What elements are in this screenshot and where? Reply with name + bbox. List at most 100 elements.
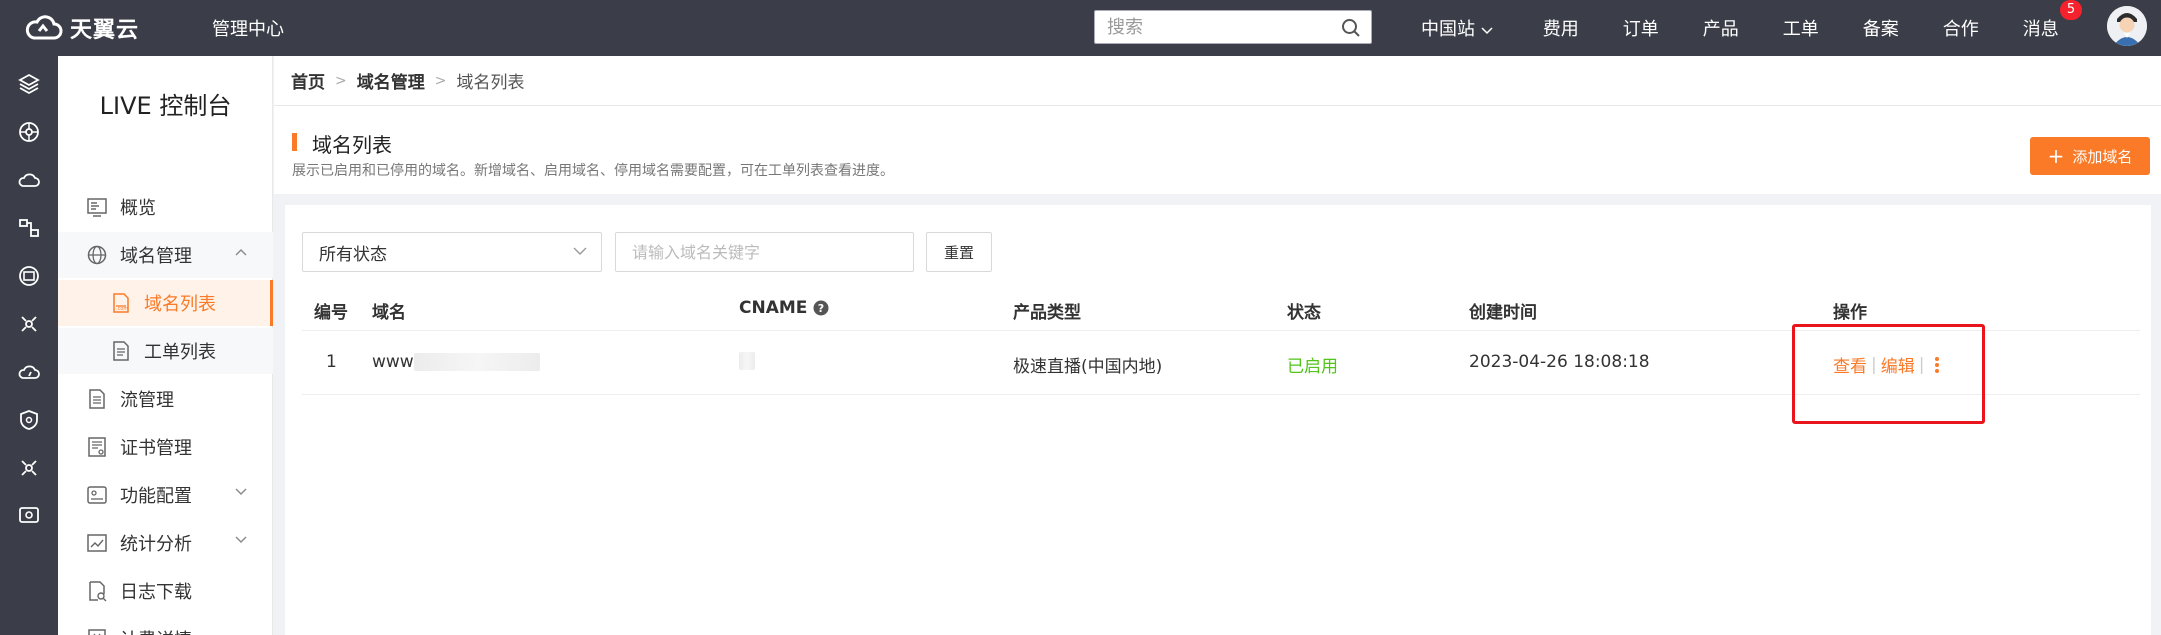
breadcrumb: 首页 > 域名管理 > 域名列表 bbox=[274, 56, 2161, 106]
sidebar-item-domain-list[interactable]: .com 域名列表 bbox=[58, 280, 273, 326]
line-chart-icon bbox=[87, 534, 107, 552]
column-header-created-time: 创建时间 bbox=[1469, 303, 1537, 323]
chevron-down-icon bbox=[235, 488, 247, 495]
sidebar-item-label: 流管理 bbox=[120, 390, 174, 411]
redacted-domain bbox=[413, 353, 540, 371]
sidebar-item-label: 证书管理 bbox=[120, 438, 192, 459]
breadcrumb-domain-management[interactable]: 域名管理 bbox=[357, 68, 425, 93]
column-header-no: 编号 bbox=[314, 303, 348, 323]
globe-icon bbox=[87, 245, 107, 265]
sidebar-item-domain-management[interactable]: 域名管理 bbox=[58, 232, 273, 278]
cell-status-badge: 已启用 bbox=[1287, 357, 1338, 377]
sidebar-item-label: 统计分析 bbox=[120, 534, 192, 555]
message-count-badge: 5 bbox=[2060, 0, 2082, 20]
column-header-actions: 操作 bbox=[1833, 303, 1867, 323]
column-header-cname-label: CNAME bbox=[739, 298, 808, 318]
console-sidebar: LIVE 控制台 概览 域名管理 .com 域名列表 工单列表 流管理 证书管理… bbox=[58, 56, 273, 635]
svg-text:?: ? bbox=[818, 302, 824, 315]
page-description: 展示已启用和已停用的域名。新增域名、启用域名、停用域名需要配置，可在工单列表查看… bbox=[292, 163, 894, 179]
domain-file-icon: .com bbox=[113, 293, 129, 313]
log-search-icon bbox=[89, 581, 107, 602]
hub-icon[interactable] bbox=[17, 312, 41, 336]
nav-icp-filing[interactable]: 备案 bbox=[1863, 15, 1899, 41]
settings-panel-icon bbox=[87, 486, 107, 504]
product-icon-rail bbox=[0, 56, 58, 635]
sidebar-item-ticket-list[interactable]: 工单列表 bbox=[58, 328, 273, 374]
sidebar-item-label: 日志下载 bbox=[120, 582, 192, 603]
globe-icon[interactable] bbox=[17, 120, 41, 144]
nav-products[interactable]: 产品 bbox=[1703, 15, 1739, 41]
search-icon[interactable] bbox=[1341, 18, 1361, 38]
cloud-icon[interactable] bbox=[17, 168, 41, 192]
sidebar-item-certificate-management[interactable]: 证书管理 bbox=[58, 424, 273, 470]
sidebar-item-label: 域名管理 bbox=[120, 246, 192, 267]
console-title: LIVE 控制台 bbox=[99, 92, 232, 120]
region-label: 中国站 bbox=[1421, 19, 1475, 40]
chevron-down-icon bbox=[1481, 27, 1493, 35]
status-filter-value: 所有状态 bbox=[319, 244, 387, 265]
column-header-product-type: 产品类型 bbox=[1013, 303, 1081, 323]
user-avatar[interactable] bbox=[2107, 6, 2147, 46]
domain-prefix: www bbox=[372, 352, 414, 372]
cell-cname bbox=[739, 352, 755, 370]
document-icon bbox=[113, 341, 129, 361]
sidebar-item-label: 概览 bbox=[120, 198, 156, 219]
database-icon[interactable] bbox=[17, 264, 41, 288]
sidebar-item-label: 计费详情 bbox=[120, 626, 192, 635]
nav-partners[interactable]: 合作 bbox=[1943, 15, 1979, 41]
management-center-link[interactable]: 管理中心 bbox=[212, 15, 284, 41]
reset-button[interactable]: 重置 bbox=[926, 232, 992, 272]
add-domain-button[interactable]: + 添加域名 bbox=[2030, 137, 2150, 175]
cell-no: 1 bbox=[326, 352, 337, 372]
top-navbar: 天翼云 管理中心 中国站 费用 订单 产品 工单 备案 合作 消息 5 bbox=[0, 0, 2161, 56]
chevron-down-icon bbox=[235, 536, 247, 543]
cloud-logo-icon bbox=[25, 15, 63, 40]
monitor-icon[interactable] bbox=[17, 504, 41, 528]
cloud-gauge-icon[interactable] bbox=[17, 360, 41, 384]
nav-orders[interactable]: 订单 bbox=[1623, 15, 1659, 41]
breadcrumb-domain-list: 域名列表 bbox=[456, 73, 525, 93]
sidebar-item-feature-config[interactable]: 功能配置 bbox=[58, 472, 273, 518]
sidebar-item-log-download[interactable]: 日志下载 bbox=[58, 568, 273, 614]
dashboard-icon bbox=[87, 198, 107, 217]
cell-domain: www bbox=[372, 352, 540, 372]
svg-text:.com: .com bbox=[116, 306, 128, 312]
help-circle-icon[interactable]: ? bbox=[813, 300, 829, 316]
page-header: 域名列表 展示已启用和已停用的域名。新增域名、启用域名、停用域名需要配置，可在工… bbox=[274, 106, 2161, 194]
brand-name: 天翼云 bbox=[70, 18, 140, 43]
cell-created-time: 2023-04-26 18:08:18 bbox=[1469, 352, 1650, 372]
chevron-up-icon bbox=[235, 249, 247, 256]
nav-tickets[interactable]: 工单 bbox=[1783, 15, 1819, 41]
column-header-cname: CNAME ? bbox=[739, 298, 829, 318]
shield-icon[interactable] bbox=[17, 408, 41, 432]
column-header-status: 状态 bbox=[1287, 303, 1321, 323]
sidebar-item-billing-details[interactable]: 计费详情 bbox=[58, 616, 273, 635]
title-accent-bar bbox=[292, 133, 297, 151]
column-header-domain: 域名 bbox=[372, 303, 406, 323]
global-search bbox=[1094, 10, 1372, 44]
sidebar-item-overview[interactable]: 概览 bbox=[58, 184, 273, 230]
sidebar-item-label: 域名列表 bbox=[144, 294, 216, 315]
sidebar-item-statistics[interactable]: 统计分析 bbox=[58, 520, 273, 566]
breadcrumb-separator-icon: > bbox=[434, 72, 447, 89]
sidebar-item-label: 功能配置 bbox=[120, 486, 192, 507]
status-filter-select[interactable]: 所有状态 bbox=[302, 232, 602, 272]
network-icon[interactable] bbox=[17, 216, 41, 240]
breadcrumb-separator-icon: > bbox=[335, 72, 347, 89]
actions-highlight-annotation bbox=[1792, 324, 1985, 424]
plus-icon: + bbox=[2047, 144, 2065, 168]
region-select[interactable]: 中国站 bbox=[1421, 15, 1493, 41]
layers-icon[interactable] bbox=[17, 72, 41, 96]
sidebar-item-label: 工单列表 bbox=[144, 342, 216, 363]
breadcrumb-home[interactable]: 首页 bbox=[291, 68, 325, 93]
page-title: 域名列表 bbox=[312, 133, 392, 157]
brand-logo[interactable]: 天翼云 bbox=[24, 12, 164, 44]
sidebar-item-stream-management[interactable]: 流管理 bbox=[58, 376, 273, 422]
add-domain-label: 添加域名 bbox=[2072, 147, 2133, 166]
domain-keyword-input[interactable] bbox=[615, 232, 914, 272]
connector-icon[interactable] bbox=[17, 456, 41, 480]
search-input[interactable] bbox=[1095, 11, 1330, 43]
nav-billing[interactable]: 费用 bbox=[1543, 15, 1579, 41]
nav-messages[interactable]: 消息 bbox=[2023, 15, 2059, 41]
yuan-bill-icon bbox=[88, 629, 106, 635]
